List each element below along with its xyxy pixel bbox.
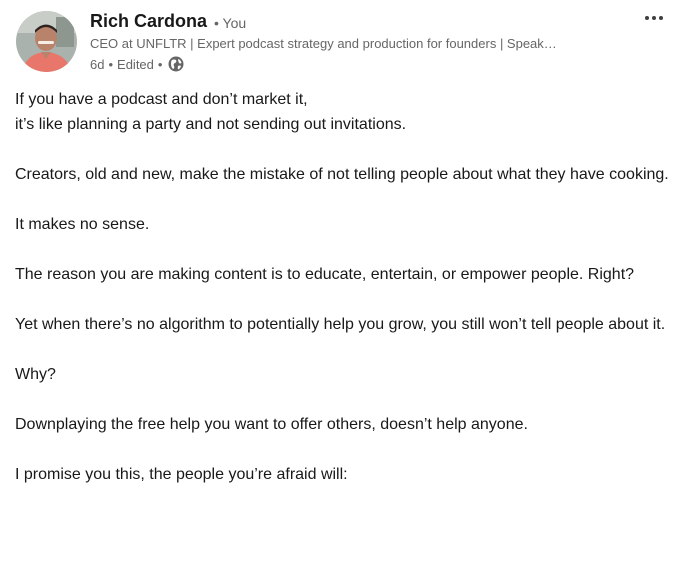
feed-post: Rich Cardona • You CEO at UNFLTR | Exper…: [0, 0, 682, 583]
post-paragraph: I promise you this, the people you’re af…: [15, 466, 348, 483]
meta-separator: •: [157, 56, 163, 72]
post-paragraph: It makes no sense.: [15, 216, 150, 233]
edited-label: Edited: [117, 56, 154, 72]
post-paragraph: The reason you are making content is to …: [15, 266, 635, 283]
meta-separator: •: [108, 56, 114, 72]
post-body: If you have a podcast and don’t market i…: [15, 87, 671, 512]
author-name[interactable]: Rich Cardona: [90, 11, 207, 32]
author-headline[interactable]: CEO at UNFLTR | Expert podcast strategy …: [90, 36, 618, 51]
post-paragraph: If you have a podcast and don’t market i…: [15, 91, 407, 133]
post-paragraph: Downplaying the free help you want to of…: [15, 416, 528, 433]
globe-icon: [168, 56, 184, 72]
you-badge: • You: [214, 15, 247, 31]
more-horizontal-icon: [645, 16, 663, 20]
post-timestamp[interactable]: 6d: [90, 57, 104, 72]
avatar-image: [16, 11, 77, 72]
author-avatar[interactable]: [16, 11, 77, 72]
more-options-button[interactable]: [640, 6, 668, 30]
post-paragraph: Creators, old and new, make the mistake …: [15, 166, 669, 183]
post-meta: 6d • Edited •: [90, 55, 184, 73]
post-paragraph: Yet when there’s no algorithm to potenti…: [15, 316, 666, 333]
post-paragraph: Why?: [15, 366, 56, 383]
